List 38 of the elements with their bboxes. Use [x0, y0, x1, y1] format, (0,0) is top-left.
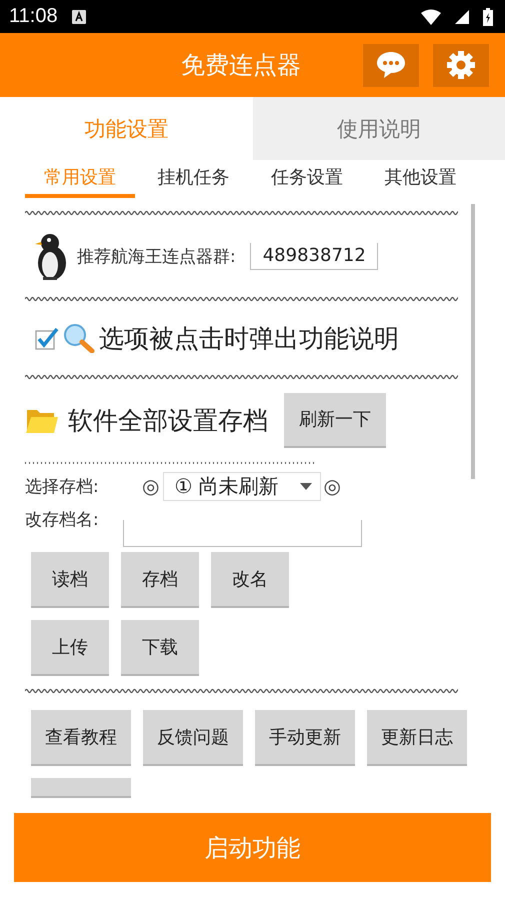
next-archive-button[interactable]: ◎: [323, 474, 341, 498]
app-title: 免费连点器: [181, 50, 301, 81]
tab[interactable]: 使用说明: [252, 97, 505, 160]
archive-action-button[interactable]: 改名: [211, 552, 289, 608]
settings-button[interactable]: [433, 44, 489, 86]
caret-icon: [300, 482, 312, 490]
group-number-field[interactable]: 489838712: [250, 242, 378, 270]
settings-icon: [447, 51, 475, 79]
tool-button[interactable]: 查看教程: [31, 710, 131, 766]
subtab[interactable]: 挂机任务: [138, 160, 248, 198]
previous-archive-button[interactable]: ◎: [142, 474, 160, 498]
magnifier-icon: [63, 323, 95, 353]
archive-action-button[interactable]: 读档: [31, 552, 109, 608]
status-time: 11:08: [9, 5, 58, 28]
chat-icon: [376, 51, 406, 79]
subtab[interactable]: 任务设置: [252, 160, 362, 198]
archive-dropdown[interactable]: ① 尚未刷新: [163, 472, 322, 500]
tool-button[interactable]: 反馈问题: [143, 710, 243, 766]
signal-icon: [455, 10, 469, 24]
archive-action-button[interactable]: 下载: [121, 620, 199, 676]
tool-button[interactable]: 手动更新: [255, 710, 355, 766]
penguin-icon: [35, 231, 69, 281]
chat-button[interactable]: [363, 44, 419, 86]
archive-action-button[interactable]: 存档: [121, 552, 199, 608]
archive-name-field[interactable]: [122, 520, 362, 547]
archive-title: 软件全部设置存档: [68, 404, 268, 436]
battery-icon: [483, 8, 493, 26]
notification-icon: [72, 10, 86, 24]
subtab[interactable]: 其他设置: [366, 160, 475, 198]
archive-action-button[interactable]: 上传: [31, 620, 109, 676]
help-option-label: 选项被点击时弹出功能说明: [99, 322, 399, 354]
select-archive-label: 选择存档:: [25, 476, 100, 498]
rename-label: 改存档名:: [25, 509, 99, 531]
group-label: 推荐航海王连点器群:: [77, 246, 236, 268]
wifi-icon: [421, 8, 441, 24]
tool-button[interactable]: 更新日志: [367, 710, 467, 766]
refresh-button[interactable]: 刷新一下: [284, 392, 386, 448]
checkbox[interactable]: [35, 326, 59, 350]
